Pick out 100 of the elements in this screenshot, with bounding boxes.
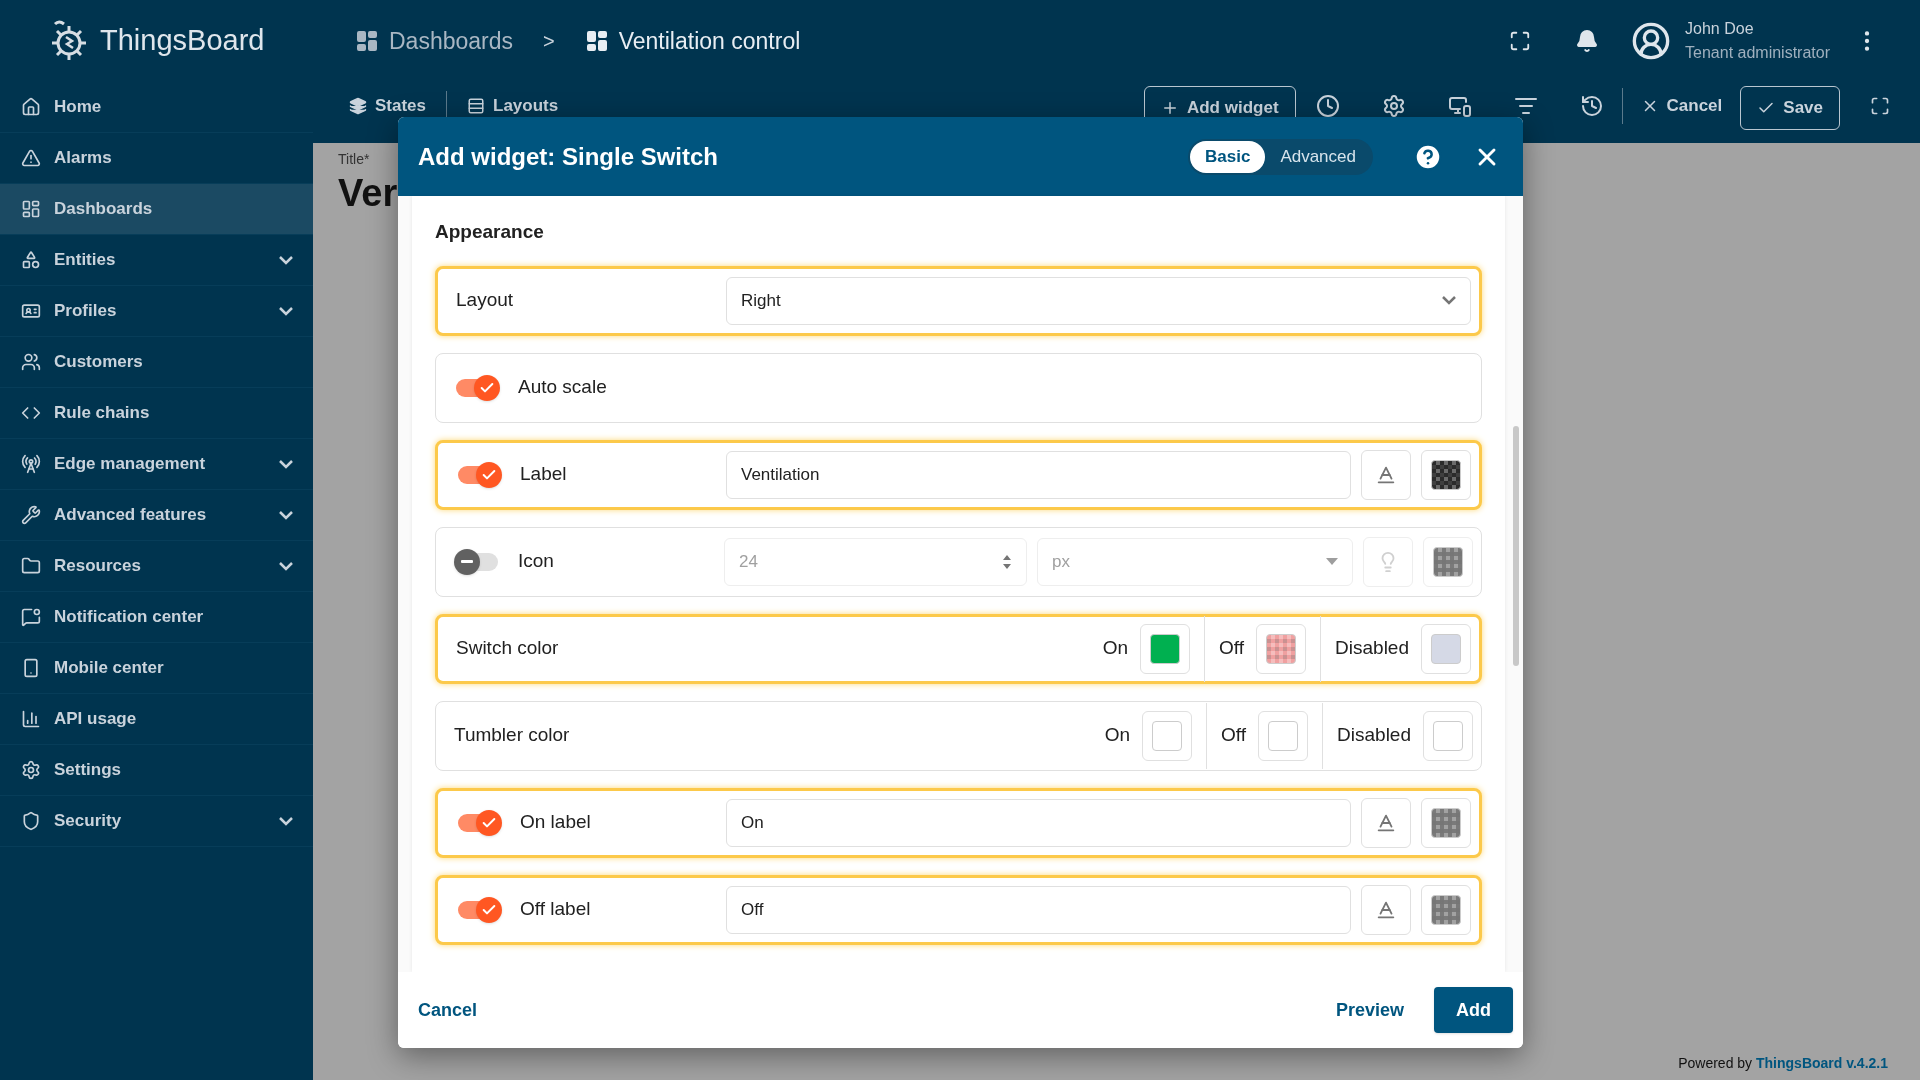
devices-icon[interactable]: [1447, 94, 1472, 118]
font-settings-button[interactable]: [1361, 797, 1411, 848]
sidebar-item[interactable]: Profiles: [0, 286, 313, 337]
color-picker-button[interactable]: [1421, 623, 1471, 674]
add-button[interactable]: Add: [1434, 987, 1513, 1033]
history-icon[interactable]: [1579, 94, 1604, 118]
avatar-icon[interactable]: [1631, 21, 1672, 61]
color-picker-button[interactable]: [1140, 623, 1191, 674]
color-label: Disabled: [1335, 636, 1409, 661]
row-label: Tumbler color: [454, 724, 570, 746]
sidebar-item[interactable]: Security: [0, 796, 313, 847]
toggle-switch[interactable]: [454, 373, 500, 402]
color-label: Off: [1221, 723, 1247, 748]
chevron-down-icon: [279, 306, 293, 316]
row-label: Layout: [456, 289, 514, 311]
color-picker-button[interactable]: [1258, 710, 1309, 761]
color-label: Off: [1219, 636, 1245, 661]
toggle-switch[interactable]: [456, 460, 502, 489]
color-label: On: [1102, 636, 1129, 661]
color-label: On: [1104, 723, 1131, 748]
color-picker-button[interactable]: [1421, 449, 1471, 500]
sidebar-item[interactable]: Rule chains: [0, 388, 313, 439]
sidebar-item[interactable]: Advanced features: [0, 490, 313, 541]
chevron-down-icon: [279, 561, 293, 571]
dialog-cancel-button[interactable]: Cancel: [418, 996, 478, 1024]
color-picker-button[interactable]: [1142, 710, 1193, 761]
dashboard-title: Ver: [338, 174, 398, 212]
layouts-button[interactable]: Layouts: [467, 88, 559, 124]
user-role: Tenant administrator: [1685, 43, 1830, 63]
settings-icon: [21, 760, 41, 780]
row-label: On label: [520, 810, 591, 835]
breadcrumb-link[interactable]: Ventilation control: [584, 23, 801, 59]
sidebar-item[interactable]: Notification center: [0, 592, 313, 643]
folder-icon: [21, 556, 41, 576]
color-picker-button[interactable]: [1421, 797, 1471, 848]
mode-tab[interactable]: Basic: [1190, 140, 1266, 173]
dropdown-arrow-icon: [1326, 558, 1338, 565]
layers-icon: [349, 97, 367, 115]
shield-icon: [21, 811, 41, 831]
powered-by-text: Powered by: [1678, 1055, 1754, 1071]
states-button[interactable]: States: [349, 88, 427, 124]
chevron-down-icon: [279, 459, 293, 469]
toggle-switch[interactable]: [456, 895, 502, 924]
text-field[interactable]: Off: [726, 885, 1351, 934]
logo-text: ThingsBoard: [100, 23, 265, 59]
settings-icon[interactable]: [1381, 94, 1406, 118]
color-label: Disabled: [1337, 723, 1411, 748]
fullscreen-icon[interactable]: [1509, 30, 1532, 52]
row-label: Label: [520, 462, 567, 487]
color-picker-button[interactable]: [1256, 623, 1307, 674]
sidebar-item[interactable]: Customers: [0, 337, 313, 388]
row-label: Switch color: [456, 637, 559, 659]
bar-chart-icon: [21, 709, 41, 729]
toggle-switch[interactable]: [454, 547, 500, 576]
layout-select[interactable]: Right: [726, 276, 1471, 325]
chevron-down-icon: [279, 510, 293, 520]
row-label: Off label: [520, 897, 591, 922]
cancel-button[interactable]: Cancel: [1640, 88, 1723, 124]
save-button[interactable]: Save: [1740, 86, 1840, 130]
color-picker-button[interactable]: [1421, 884, 1471, 935]
phone-icon: [21, 658, 41, 678]
color-picker-button[interactable]: [1423, 536, 1473, 587]
sidebar-item[interactable]: Mobile center: [0, 643, 313, 694]
message-icon: [21, 607, 41, 627]
sidebar-item[interactable]: Settings: [0, 745, 313, 796]
clock-icon[interactable]: [1315, 94, 1340, 118]
dialog-title: Add widget: Single Switch: [418, 141, 718, 172]
minus-icon: [461, 560, 473, 563]
notifications-icon[interactable]: [1575, 29, 1600, 53]
wrench-icon: [21, 505, 41, 525]
sidebar-item[interactable]: Dashboards: [0, 184, 313, 235]
color-picker-button[interactable]: [1423, 710, 1473, 761]
warning-icon: [21, 148, 41, 168]
breadcrumb-link[interactable]: Dashboards: [355, 23, 514, 59]
row-label: Auto scale: [518, 375, 607, 400]
fullscreen-icon[interactable]: [1870, 96, 1890, 116]
text-field[interactable]: On: [726, 798, 1351, 847]
row-label: Icon: [518, 549, 554, 574]
mode-tab[interactable]: Advanced: [1265, 140, 1371, 173]
sidebar-item[interactable]: Resources: [0, 541, 313, 592]
font-settings-button[interactable]: [1361, 884, 1411, 935]
users-icon: [21, 352, 41, 372]
font-settings-button[interactable]: [1361, 449, 1411, 500]
breadcrumb-separator: >: [543, 29, 555, 54]
sidebar-item[interactable]: Entities: [0, 235, 313, 286]
shapes-icon: [21, 250, 41, 270]
user-name: John Doe: [1685, 19, 1755, 39]
chevron-down-icon: [279, 816, 293, 826]
rows-icon: [467, 97, 486, 115]
dashboard-icon: [355, 29, 379, 53]
toggle-switch[interactable]: [456, 808, 502, 837]
sidebar-item[interactable]: Edge management: [0, 439, 313, 490]
title-field-label: Title*: [338, 150, 370, 169]
text-field[interactable]: Ventilation: [726, 450, 1351, 499]
section-title: Appearance: [435, 220, 545, 244]
chevron-down-icon: [279, 255, 293, 265]
scrollbar-thumb[interactable]: [1513, 426, 1519, 666]
dashboard-icon: [21, 199, 41, 219]
preview-button[interactable]: Preview: [1335, 996, 1404, 1024]
sidebar-item[interactable]: API usage: [0, 694, 313, 745]
